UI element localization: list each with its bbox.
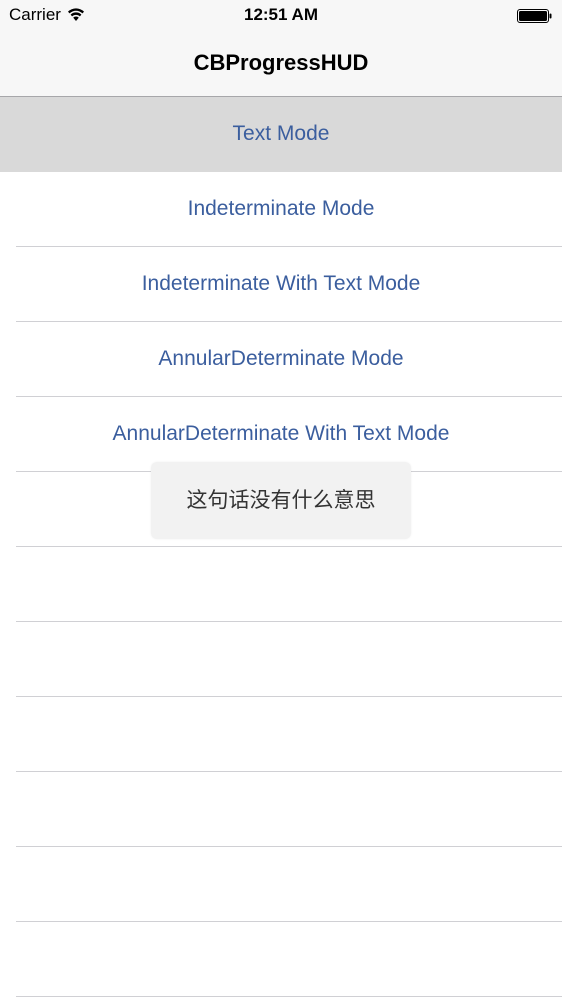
- row-label: [0, 922, 562, 996]
- row-label: Indeterminate Mode: [187, 197, 375, 220]
- screen: Carrier 12:51 AM CBProgressHUD Text Mode…: [0, 0, 562, 1000]
- row-label: [0, 697, 562, 771]
- table-row-empty[interactable]: [16, 547, 562, 622]
- row-label: Text Mode: [232, 122, 330, 145]
- table-row-empty[interactable]: [16, 922, 562, 997]
- table-row-text-mode[interactable]: Text Mode: [0, 97, 562, 172]
- row-label: [0, 547, 562, 621]
- table-row-empty[interactable]: [16, 772, 562, 847]
- battery-icon: [517, 9, 552, 23]
- status-bar: Carrier 12:51 AM: [0, 0, 562, 32]
- row-label: AnnularDeterminate Mode: [158, 347, 404, 370]
- row-label: Indeterminate With Text Mode: [141, 272, 421, 295]
- table-row-annular-determinate-with-text-mode[interactable]: AnnularDeterminate With Text Mode: [16, 397, 562, 472]
- row-label: [0, 772, 562, 846]
- row-label: [0, 847, 562, 921]
- progress-hud-toast: 这句话没有什么意思: [151, 462, 411, 539]
- table-row-indeterminate-mode[interactable]: Indeterminate Mode: [16, 172, 562, 247]
- row-label: [0, 622, 562, 696]
- table-row-annular-determinate-mode[interactable]: AnnularDeterminate Mode: [16, 322, 562, 397]
- status-time: 12:51 AM: [243, 5, 318, 24]
- table-row-empty[interactable]: [16, 622, 562, 697]
- mode-table: Text Mode Indeterminate Mode Indetermina…: [0, 97, 562, 997]
- nav-title: CBProgressHUD: [193, 50, 369, 75]
- row-label: AnnularDeterminate With Text Mode: [112, 422, 450, 445]
- navigation-bar: CBProgressHUD: [0, 32, 562, 97]
- table-row-indeterminate-with-text-mode[interactable]: Indeterminate With Text Mode: [16, 247, 562, 322]
- hud-message: 这句话没有什么意思: [186, 488, 376, 512]
- table-row-empty[interactable]: [16, 847, 562, 922]
- table-row-empty[interactable]: [16, 697, 562, 772]
